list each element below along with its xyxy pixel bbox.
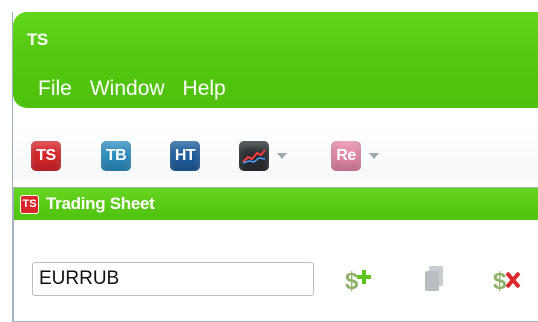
re-dropdown-button[interactable]: Re (331, 139, 379, 173)
ts-button[interactable]: TS (31, 139, 61, 173)
menubar: File Window Help (13, 74, 244, 104)
copy-icon (425, 266, 443, 291)
tb-icon: TB (101, 141, 131, 171)
copy-button[interactable] (417, 262, 451, 296)
tb-button[interactable]: TB (101, 139, 131, 173)
chart-line-icon (242, 149, 266, 164)
title-menu-bar: TS File Window Help (13, 12, 538, 108)
toolbar: TS TB HT Re (13, 122, 538, 180)
re-icon: Re (331, 141, 361, 171)
chart-dropdown-button[interactable] (239, 139, 287, 173)
add-symbol-button[interactable]: $ (342, 262, 376, 296)
svg-text:$: $ (345, 268, 359, 295)
add-dollar-icon: $ (345, 268, 371, 295)
symbol-input[interactable] (32, 262, 314, 296)
remove-symbol-button[interactable]: $ (491, 262, 525, 296)
chevron-down-icon[interactable] (369, 153, 379, 159)
svg-text:$: $ (493, 268, 507, 295)
ht-icon: HT (170, 141, 200, 171)
menu-window[interactable]: Window (90, 77, 165, 101)
trading-sheet-window: TS Trading Sheet $ $ (13, 187, 538, 322)
menu-file[interactable]: File (38, 77, 72, 101)
trading-sheet-titlebar: TS Trading Sheet (14, 188, 538, 220)
chevron-down-icon[interactable] (277, 153, 287, 159)
remove-dollar-icon: $ (493, 268, 521, 295)
ht-button[interactable]: HT (170, 139, 200, 173)
ts-small-icon: TS (20, 194, 39, 214)
ts-icon: TS (31, 141, 61, 171)
app-logo: TS (27, 30, 48, 49)
chart-icon (239, 141, 269, 171)
app-window: TS File Window Help TS TB HT Re TS Tradi… (12, 12, 538, 322)
menu-help[interactable]: Help (183, 77, 226, 101)
trading-sheet-title: Trading Sheet (46, 194, 155, 213)
